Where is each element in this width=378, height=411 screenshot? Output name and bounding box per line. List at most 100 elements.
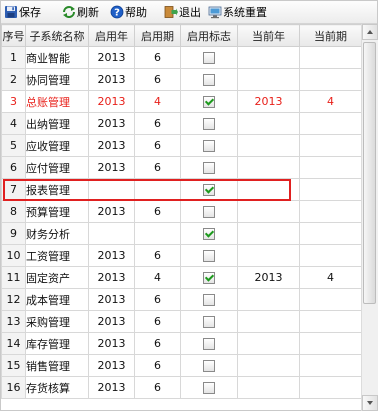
cell-start-year[interactable]: 2013	[88, 200, 135, 223]
cell-subsystem-name[interactable]: 出纳管理	[25, 112, 89, 135]
cell-current-period[interactable]	[299, 68, 361, 91]
table-row[interactable]: 10 工资管理 2013 6	[1, 244, 361, 267]
cell-start-period[interactable]: 6	[134, 332, 181, 355]
enabled-checkbox-checked[interactable]	[203, 184, 215, 196]
cell-subsystem-name[interactable]: 销售管理	[25, 354, 89, 377]
column-header-name[interactable]: 子系统名称	[25, 24, 89, 47]
enabled-checkbox[interactable]	[203, 338, 215, 350]
cell-start-year[interactable]: 2013	[88, 376, 135, 399]
cell-current-year[interactable]	[237, 134, 300, 157]
cell-start-year[interactable]	[88, 178, 135, 201]
cell-start-year[interactable]: 2013	[88, 332, 135, 355]
cell-current-year[interactable]	[237, 244, 300, 267]
column-header-current-period[interactable]: 当前期	[299, 24, 361, 47]
cell-start-year[interactable]: 2013	[88, 266, 135, 289]
enabled-checkbox[interactable]	[203, 382, 215, 394]
cell-current-period[interactable]	[299, 46, 361, 69]
cell-start-period[interactable]	[134, 222, 181, 245]
cell-start-year[interactable]: 2013	[88, 244, 135, 267]
table-row[interactable]: 15 销售管理 2013 6	[1, 354, 361, 377]
cell-start-period[interactable]: 6	[134, 68, 181, 91]
cell-start-year[interactable]	[88, 222, 135, 245]
table-row[interactable]: 16 存货核算 2013 6	[1, 376, 361, 399]
vertical-scrollbar[interactable]	[361, 24, 378, 411]
enabled-checkbox[interactable]	[203, 52, 215, 64]
cell-start-year[interactable]: 2013	[88, 288, 135, 311]
table-row[interactable]: 14 库存管理 2013 6	[1, 332, 361, 355]
cell-current-year[interactable]: 2013	[237, 266, 300, 289]
cell-current-year[interactable]	[237, 200, 300, 223]
table-row[interactable]: 9 财务分析	[1, 222, 361, 245]
cell-subsystem-name[interactable]: 预算管理	[25, 200, 89, 223]
cell-start-period[interactable]: 6	[134, 46, 181, 69]
cell-current-period[interactable]	[299, 288, 361, 311]
cell-start-year[interactable]: 2013	[88, 354, 135, 377]
cell-current-period[interactable]: 4	[299, 266, 361, 289]
scroll-up-arrow-icon[interactable]	[362, 24, 378, 40]
cell-start-period[interactable]: 6	[134, 134, 181, 157]
enabled-checkbox[interactable]	[203, 250, 215, 262]
enabled-checkbox-checked[interactable]	[203, 272, 215, 284]
table-row[interactable]: 12 成本管理 2013 6	[1, 288, 361, 311]
cell-current-year[interactable]: 2013	[237, 90, 300, 113]
cell-current-period[interactable]	[299, 200, 361, 223]
column-header-start-year[interactable]: 启用年	[88, 24, 135, 47]
enabled-checkbox[interactable]	[203, 294, 215, 306]
cell-current-period[interactable]: 4	[299, 90, 361, 113]
scroll-down-arrow-icon[interactable]	[362, 395, 378, 411]
cell-start-period[interactable]: 6	[134, 376, 181, 399]
help-button[interactable]: ? 帮助	[110, 3, 147, 21]
cell-current-year[interactable]	[237, 354, 300, 377]
enabled-checkbox-checked[interactable]	[203, 96, 215, 108]
table-row[interactable]: 13 采购管理 2013 6	[1, 310, 361, 333]
cell-start-year[interactable]: 2013	[88, 68, 135, 91]
cell-start-year[interactable]: 2013	[88, 310, 135, 333]
cell-start-period[interactable]: 6	[134, 200, 181, 223]
cell-start-period[interactable]: 6	[134, 288, 181, 311]
cell-subsystem-name[interactable]: 采购管理	[25, 310, 89, 333]
cell-subsystem-name[interactable]: 工资管理	[25, 244, 89, 267]
cell-subsystem-name[interactable]: 应收管理	[25, 134, 89, 157]
exit-button[interactable]: 退出	[164, 3, 201, 21]
cell-current-year[interactable]	[237, 332, 300, 355]
cell-subsystem-name[interactable]: 固定资产	[25, 266, 89, 289]
cell-start-period[interactable]: 6	[134, 310, 181, 333]
cell-start-period[interactable]: 6	[134, 112, 181, 135]
cell-start-period[interactable]: 4	[134, 90, 181, 113]
cell-current-period[interactable]	[299, 156, 361, 179]
cell-current-period[interactable]	[299, 222, 361, 245]
cell-subsystem-name[interactable]: 应付管理	[25, 156, 89, 179]
cell-start-period[interactable]: 6	[134, 156, 181, 179]
cell-subsystem-name[interactable]: 成本管理	[25, 288, 89, 311]
cell-subsystem-name[interactable]: 存货核算	[25, 376, 89, 399]
scroll-thumb[interactable]	[363, 42, 376, 304]
enabled-checkbox[interactable]	[203, 74, 215, 86]
cell-start-period[interactable]: 6	[134, 244, 181, 267]
enabled-checkbox[interactable]	[203, 140, 215, 152]
cell-current-period[interactable]	[299, 134, 361, 157]
cell-current-period[interactable]	[299, 376, 361, 399]
cell-current-period[interactable]	[299, 112, 361, 135]
cell-current-year[interactable]	[237, 178, 300, 201]
cell-start-year[interactable]: 2013	[88, 90, 135, 113]
cell-current-period[interactable]	[299, 178, 361, 201]
table-row[interactable]: 11 固定资产 2013 4 2013 4	[1, 266, 361, 289]
cell-current-year[interactable]	[237, 46, 300, 69]
table-row[interactable]: 8 预算管理 2013 6	[1, 200, 361, 223]
enabled-checkbox[interactable]	[203, 316, 215, 328]
cell-subsystem-name[interactable]: 总账管理	[25, 90, 89, 113]
cell-start-period[interactable]: 4	[134, 266, 181, 289]
enabled-checkbox-checked[interactable]	[203, 228, 215, 240]
cell-current-year[interactable]	[237, 68, 300, 91]
cell-subsystem-name[interactable]: 财务分析	[25, 222, 89, 245]
cell-current-year[interactable]	[237, 156, 300, 179]
cell-current-period[interactable]	[299, 354, 361, 377]
cell-current-year[interactable]	[237, 310, 300, 333]
cell-start-year[interactable]: 2013	[88, 156, 135, 179]
cell-start-year[interactable]: 2013	[88, 112, 135, 135]
cell-start-period[interactable]	[134, 178, 181, 201]
cell-current-period[interactable]	[299, 332, 361, 355]
refresh-button[interactable]: 刷新	[62, 3, 99, 21]
cell-subsystem-name[interactable]: 商业智能	[25, 46, 89, 69]
table-row[interactable]: 1 商业智能 2013 6	[1, 46, 361, 69]
